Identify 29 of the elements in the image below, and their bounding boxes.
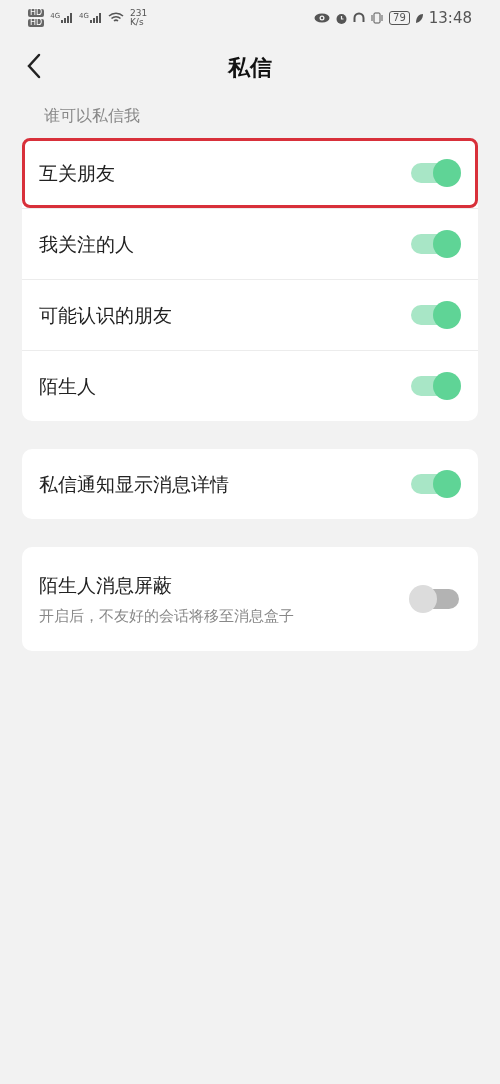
toggle-switch[interactable] <box>409 301 461 329</box>
setting-label: 可能认识的朋友 <box>39 302 172 328</box>
setting-description: 开启后，不友好的会话将移至消息盒子 <box>39 606 294 627</box>
leaf-icon <box>414 12 424 24</box>
toggle-switch[interactable] <box>409 470 461 498</box>
vibrate-icon <box>370 12 385 24</box>
toggle-switch[interactable] <box>409 230 461 258</box>
speed-unit: K/s <box>129 18 145 27</box>
section-label: 谁可以私信我 <box>44 105 140 127</box>
signal-icon <box>89 13 102 23</box>
eye-icon <box>314 13 331 23</box>
sim-label: HD <box>28 9 45 17</box>
headphones-icon <box>353 12 366 24</box>
speed-value: 231 <box>129 9 148 18</box>
toggle-switch[interactable] <box>409 585 461 613</box>
wifi-icon <box>107 12 124 24</box>
sim-label: HD <box>28 19 45 27</box>
setting-label: 私信通知显示消息详情 <box>39 471 229 497</box>
toggle-switch[interactable] <box>409 372 461 400</box>
page-title: 私信 <box>228 53 272 82</box>
setting-label: 我关注的人 <box>39 231 134 257</box>
setting-label: 互关朋友 <box>39 160 115 186</box>
signal-icon <box>61 13 74 23</box>
setting-label: 陌生人消息屏蔽 <box>39 572 173 598</box>
toggle-switch[interactable] <box>409 159 461 187</box>
setting-label: 陌生人 <box>39 373 96 399</box>
clock-time: 13:48 <box>428 7 472 29</box>
battery-indicator: 79 <box>389 11 410 25</box>
alarm-icon <box>335 11 349 25</box>
